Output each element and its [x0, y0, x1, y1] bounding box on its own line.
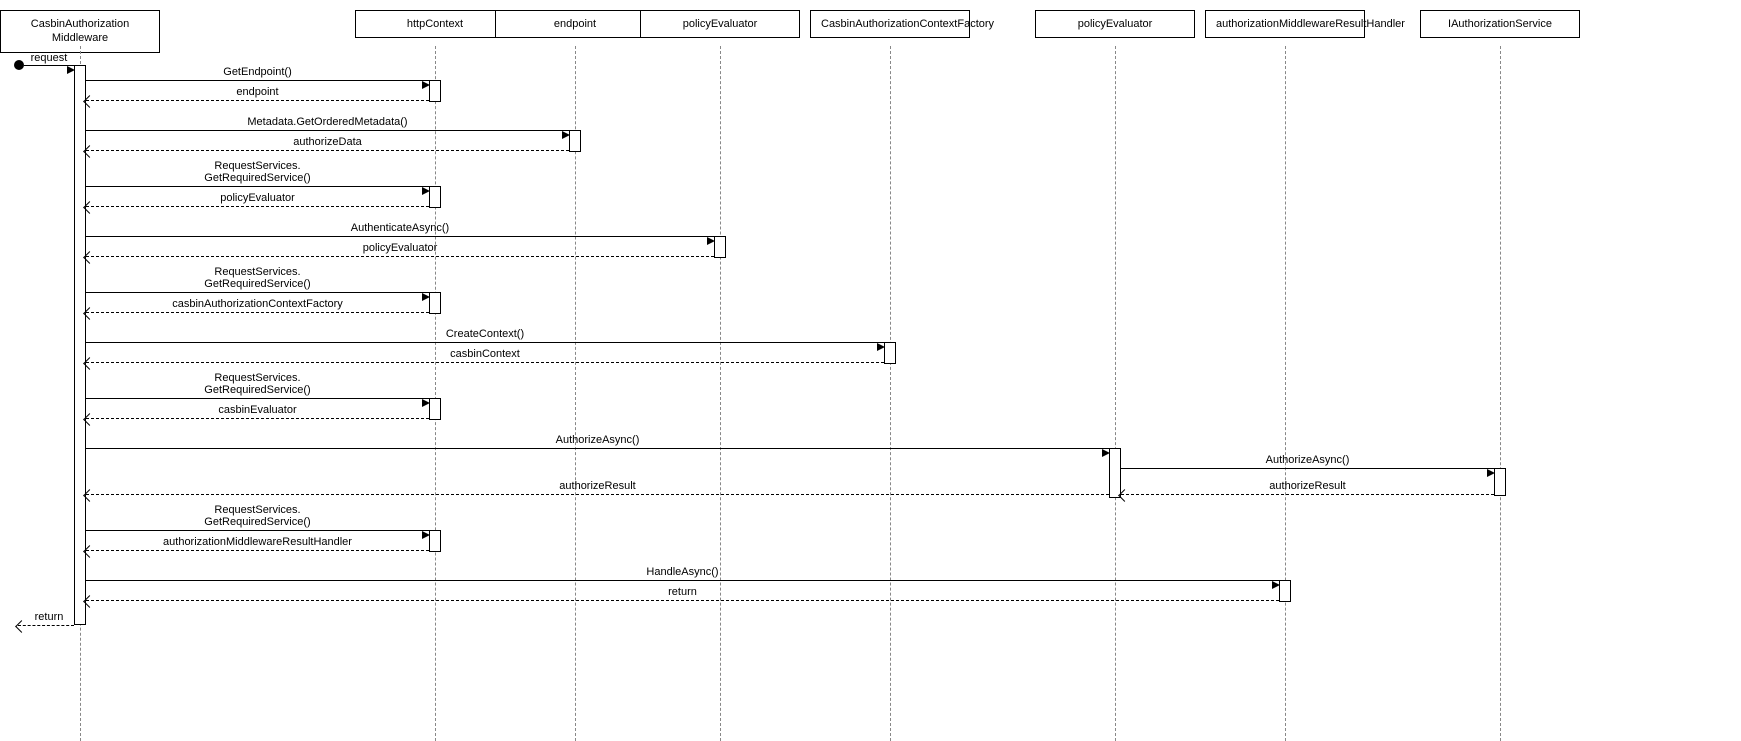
message-label-4: RequestServices.GetRequiredService(): [204, 160, 310, 184]
activation-p_pe1-236: [714, 236, 726, 258]
message-2: [86, 130, 569, 132]
message-final-return: [18, 625, 74, 627]
lifeline-p_ias: [1500, 46, 1501, 741]
message-label-10: CreateContext(): [446, 328, 524, 340]
message-12: [86, 398, 429, 400]
message-label-request: request: [31, 52, 68, 64]
message-label-16: authorizeResult: [1269, 480, 1345, 492]
activation-p_amrh-580: [1279, 580, 1291, 602]
message-3: [86, 150, 569, 152]
message-label-2: Metadata.GetOrderedMetadata(): [247, 116, 407, 128]
participant-p_pe1: policyEvaluator: [640, 10, 800, 38]
activation-p_ep-130: [569, 130, 581, 152]
message-6: [86, 236, 714, 238]
message-label-0: GetEndpoint(): [223, 66, 291, 78]
activation-p_http-80: [429, 80, 441, 102]
lifeline-p_pe2: [1115, 46, 1116, 741]
activation-p_ias-468: [1494, 468, 1506, 496]
message-label-11: casbinContext: [450, 348, 520, 360]
message-4: [86, 186, 429, 188]
message-21: [86, 600, 1279, 602]
activation-p_http-186: [429, 186, 441, 208]
message-label-12: RequestServices.GetRequiredService(): [204, 372, 310, 396]
participant-p_pe2: policyEvaluator: [1035, 10, 1195, 38]
activation-p_http-530: [429, 530, 441, 552]
message-label-19: authorizationMiddlewareResultHandler: [163, 536, 352, 548]
message-label-14: AuthorizeAsync(): [556, 434, 640, 446]
message-label-9: casbinAuthorizationContextFactory: [172, 298, 343, 310]
message-5: [86, 206, 429, 208]
message-label-18: RequestServices.GetRequiredService(): [204, 504, 310, 528]
found-message-start: [14, 60, 24, 70]
message-label-8: RequestServices.GetRequiredService(): [204, 266, 310, 290]
message-label-6: AuthenticateAsync(): [351, 222, 449, 234]
message-request: [24, 65, 74, 67]
message-10: [86, 342, 884, 344]
participant-p_http: httpContext: [355, 10, 515, 38]
message-11: [86, 362, 884, 364]
message-label-15: AuthorizeAsync(): [1266, 454, 1350, 466]
participant-p_amrh: authorizationMiddlewareResultHandler: [1205, 10, 1365, 38]
lifeline-p_pe1: [720, 46, 721, 741]
message-label-17: authorizeResult: [559, 480, 635, 492]
message-0: [86, 80, 429, 82]
participant-p_ias: IAuthorizationService: [1420, 10, 1580, 38]
message-16: [1121, 494, 1494, 496]
participant-p_ep: endpoint: [495, 10, 655, 38]
activation-p_http-292: [429, 292, 441, 314]
activation-p_caf-342: [884, 342, 896, 364]
message-label-7: policyEvaluator: [363, 242, 438, 254]
message-label-3: authorizeData: [293, 136, 362, 148]
message-19: [86, 550, 429, 552]
lifeline-p_caf: [890, 46, 891, 741]
message-label-final-return: return: [35, 611, 64, 623]
message-1: [86, 100, 429, 102]
lifeline-p_amrh: [1285, 46, 1286, 741]
message-13: [86, 418, 429, 420]
message-label-21: return: [668, 586, 697, 598]
message-14: [86, 448, 1109, 450]
message-label-5: policyEvaluator: [220, 192, 295, 204]
sequence-diagram: CasbinAuthorizationMiddlewarehttpContext…: [0, 0, 1741, 741]
participant-p_caf: CasbinAuthorizationContextFactory: [810, 10, 970, 38]
message-7: [86, 256, 714, 258]
message-9: [86, 312, 429, 314]
message-label-20: HandleAsync(): [646, 566, 718, 578]
activation-p_pe2-448: [1109, 448, 1121, 498]
activation-p_http-398: [429, 398, 441, 420]
message-20: [86, 580, 1279, 582]
message-label-1: endpoint: [236, 86, 278, 98]
message-label-13: casbinEvaluator: [218, 404, 296, 416]
message-8: [86, 292, 429, 294]
message-18: [86, 530, 429, 532]
message-17: [86, 494, 1109, 496]
message-15: [1121, 468, 1494, 470]
